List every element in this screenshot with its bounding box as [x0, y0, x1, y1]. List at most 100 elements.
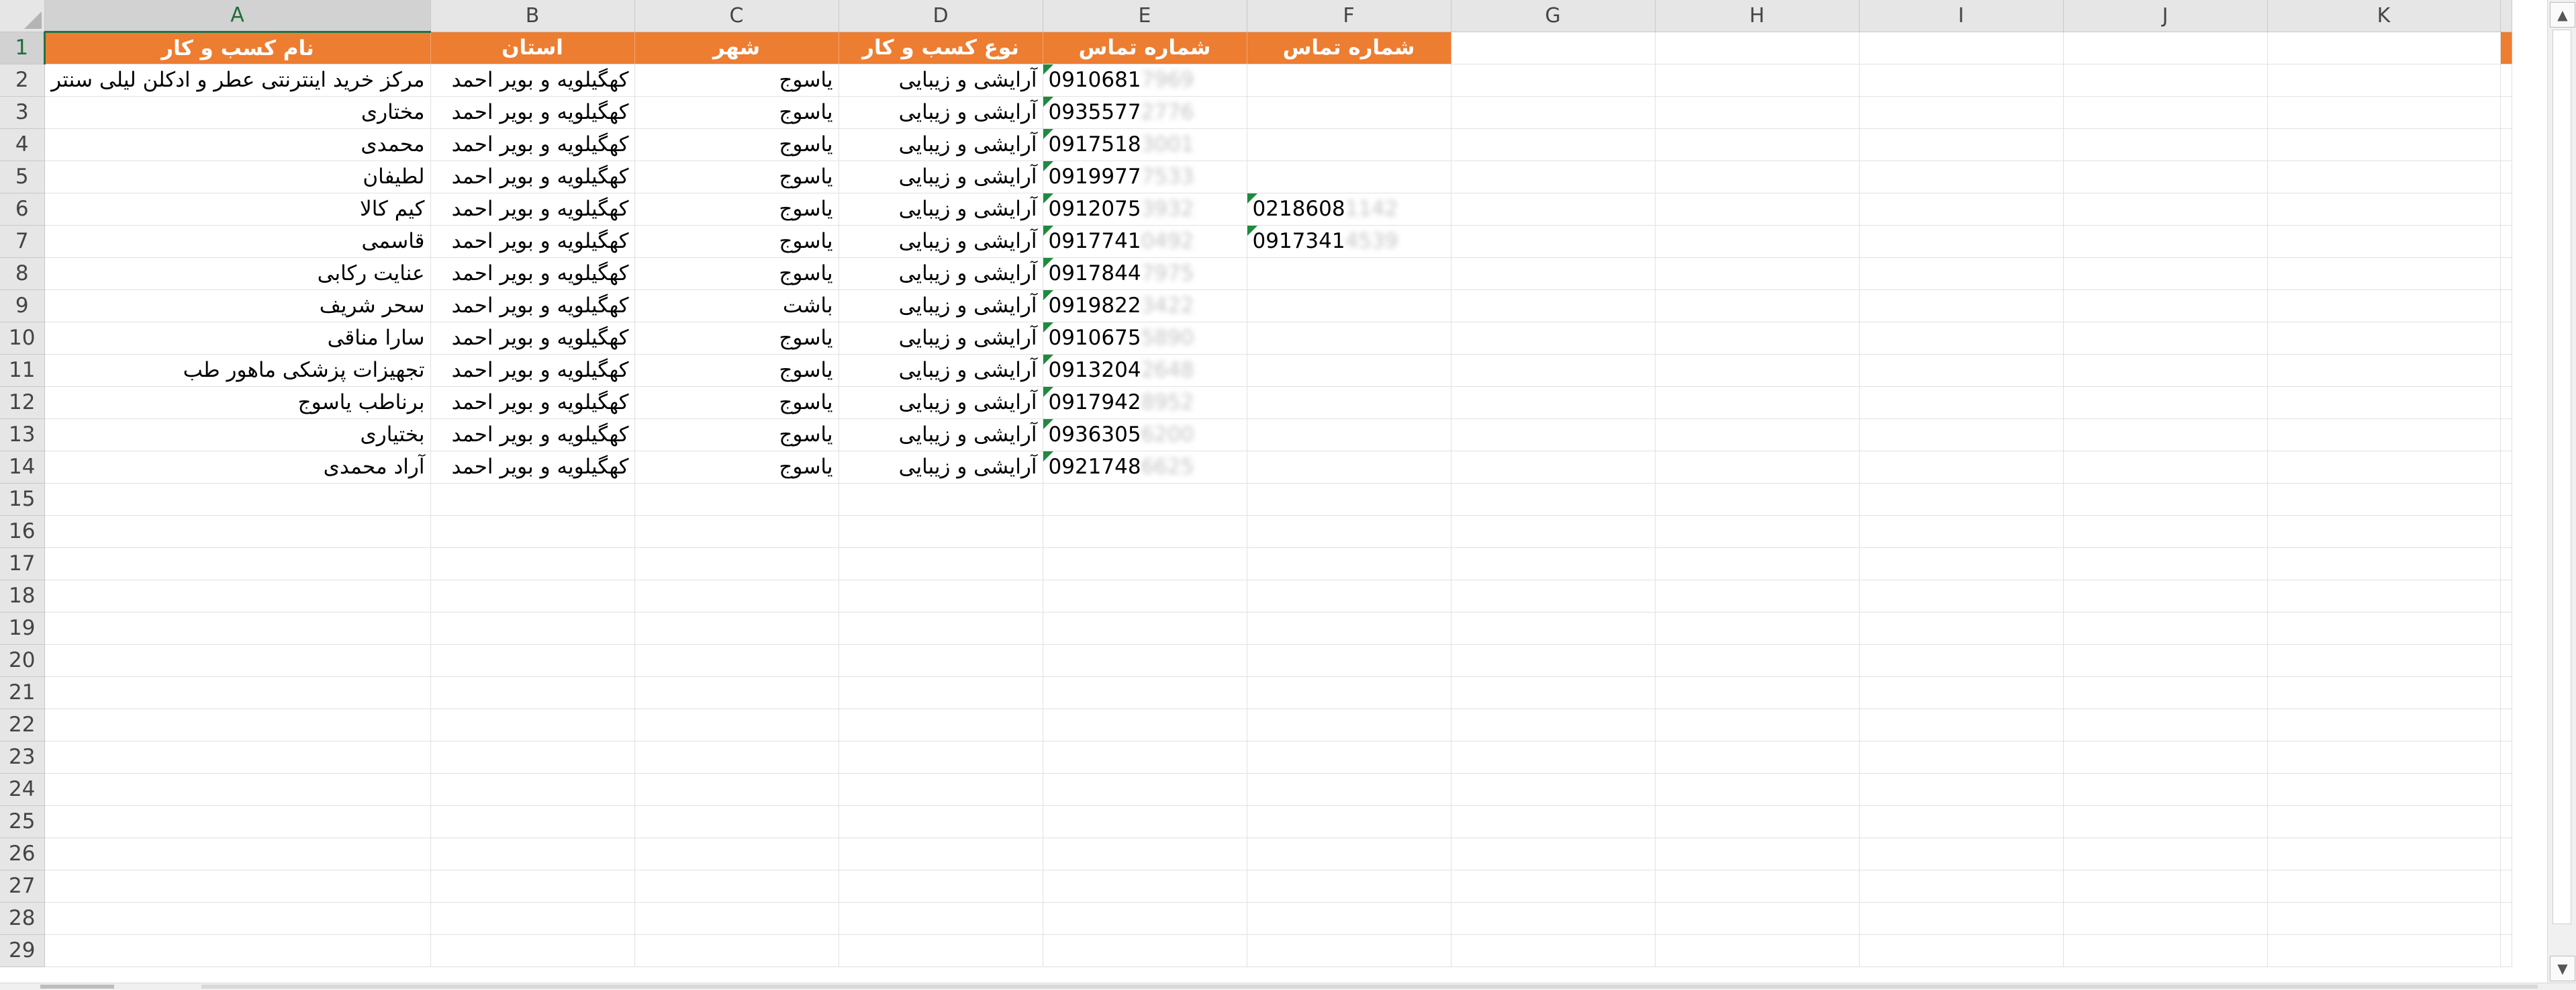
column-header-i[interactable]: I: [1859, 0, 2064, 32]
cell[interactable]: [2063, 386, 2268, 419]
cell[interactable]: [44, 870, 431, 903]
phone-cell[interactable]: 09363056200: [1043, 418, 1247, 451]
row-header[interactable]: 12: [0, 386, 45, 419]
cell[interactable]: [430, 838, 635, 870]
cell[interactable]: [1859, 934, 2064, 967]
cell[interactable]: [1655, 709, 1860, 741]
business-name-cell[interactable]: مرکز خرید اینترنتی عطر و ادکلن لیلی سنتر: [44, 64, 431, 97]
phone-cell[interactable]: 09199777533: [1043, 161, 1247, 193]
province-cell[interactable]: کهگیلویه و بویر احمد: [430, 161, 635, 193]
cell[interactable]: [1655, 193, 1860, 226]
number-stored-as-text-flag-icon[interactable]: [1043, 418, 1053, 429]
cell[interactable]: [1451, 515, 1656, 548]
province-cell[interactable]: کهگیلویه و بویر احمد: [430, 322, 635, 355]
cell[interactable]: [1859, 676, 2064, 709]
business-name-cell[interactable]: محمدی: [44, 128, 431, 161]
cell[interactable]: [839, 773, 1043, 806]
row-header[interactable]: 28: [0, 902, 45, 935]
city-cell[interactable]: یاسوج: [634, 225, 839, 258]
header-cell[interactable]: شهر: [634, 32, 839, 64]
cell[interactable]: [44, 547, 431, 580]
cell[interactable]: [1655, 838, 1860, 870]
column-header-d[interactable]: D: [839, 0, 1043, 32]
cell[interactable]: [2063, 32, 2268, 64]
cell[interactable]: [1451, 354, 1656, 387]
row-header[interactable]: 8: [0, 257, 45, 290]
cell[interactable]: [1043, 838, 1247, 870]
cell[interactable]: [1655, 902, 1860, 935]
cell[interactable]: [44, 741, 431, 774]
cell[interactable]: [1655, 451, 1860, 484]
city-cell[interactable]: یاسوج: [634, 386, 839, 419]
business-type-cell[interactable]: آرایشی و زیبایی: [839, 354, 1043, 387]
column-header-a[interactable]: A: [44, 0, 431, 33]
row-header[interactable]: 14: [0, 451, 45, 484]
cell[interactable]: [1451, 161, 1656, 193]
province-cell[interactable]: کهگیلویه و بویر احمد: [430, 386, 635, 419]
cell[interactable]: [839, 580, 1043, 613]
business-name-cell[interactable]: لطیفان: [44, 161, 431, 193]
cell[interactable]: [44, 644, 431, 677]
cell[interactable]: [2267, 870, 2501, 903]
cell[interactable]: [1043, 902, 1247, 935]
cell[interactable]: [1247, 676, 1451, 709]
cell[interactable]: [1859, 612, 2064, 645]
business-type-cell[interactable]: آرایشی و زیبایی: [839, 128, 1043, 161]
cell[interactable]: [1451, 128, 1656, 161]
number-stored-as-text-flag-icon[interactable]: [1043, 354, 1053, 365]
row-header[interactable]: 20: [0, 644, 45, 677]
cell[interactable]: [1859, 193, 2064, 226]
vertical-scrollbar[interactable]: ▲ ▼: [2547, 0, 2576, 983]
cell[interactable]: [1451, 322, 1656, 355]
province-cell[interactable]: کهگیلویه و بویر احمد: [430, 128, 635, 161]
cell[interactable]: [44, 709, 431, 741]
cell[interactable]: [1451, 386, 1656, 419]
business-type-cell[interactable]: آرایشی و زیبایی: [839, 161, 1043, 193]
province-cell[interactable]: کهگیلویه و بویر احمد: [430, 418, 635, 451]
cell[interactable]: [1859, 322, 2064, 355]
cell[interactable]: [1859, 418, 2064, 451]
column-header-h[interactable]: H: [1655, 0, 1860, 32]
vertical-scroll-thumb[interactable]: [2553, 30, 2571, 924]
cell[interactable]: [2267, 257, 2501, 290]
cell[interactable]: [839, 709, 1043, 741]
phone2-cell[interactable]: [1247, 322, 1451, 355]
cell[interactable]: [2267, 322, 2501, 355]
cell[interactable]: [44, 483, 431, 516]
cell[interactable]: [839, 805, 1043, 838]
cell[interactable]: [1655, 96, 1860, 129]
cell[interactable]: [1859, 741, 2064, 774]
cell[interactable]: [839, 741, 1043, 774]
city-cell[interactable]: یاسوج: [634, 257, 839, 290]
cell[interactable]: [2063, 838, 2268, 870]
cell[interactable]: [1655, 322, 1860, 355]
cell[interactable]: [44, 612, 431, 645]
cell[interactable]: [1859, 515, 2064, 548]
cell[interactable]: [2063, 580, 2268, 613]
cell[interactable]: [634, 934, 839, 967]
cell[interactable]: [1859, 225, 2064, 258]
cell[interactable]: [1451, 289, 1656, 322]
cell[interactable]: [2267, 451, 2501, 484]
row-header[interactable]: 29: [0, 934, 45, 967]
row-header[interactable]: 11: [0, 354, 45, 387]
cell[interactable]: [839, 870, 1043, 903]
cell[interactable]: [1451, 644, 1656, 677]
cell[interactable]: [634, 547, 839, 580]
province-cell[interactable]: کهگیلویه و بویر احمد: [430, 225, 635, 258]
cell[interactable]: [1655, 547, 1860, 580]
cell[interactable]: [1859, 32, 2064, 64]
cell[interactable]: [1247, 709, 1451, 741]
city-cell[interactable]: باشت: [634, 289, 839, 322]
business-name-cell[interactable]: آراد محمدی: [44, 451, 431, 484]
cell[interactable]: [1655, 644, 1860, 677]
cell[interactable]: [430, 580, 635, 613]
cell[interactable]: [634, 741, 839, 774]
cell[interactable]: [839, 676, 1043, 709]
cell[interactable]: [2267, 161, 2501, 193]
phone2-cell[interactable]: [1247, 161, 1451, 193]
cell[interactable]: [2063, 805, 2268, 838]
cell[interactable]: [2063, 322, 2268, 355]
number-stored-as-text-flag-icon[interactable]: [1043, 257, 1053, 268]
cell[interactable]: [430, 934, 635, 967]
